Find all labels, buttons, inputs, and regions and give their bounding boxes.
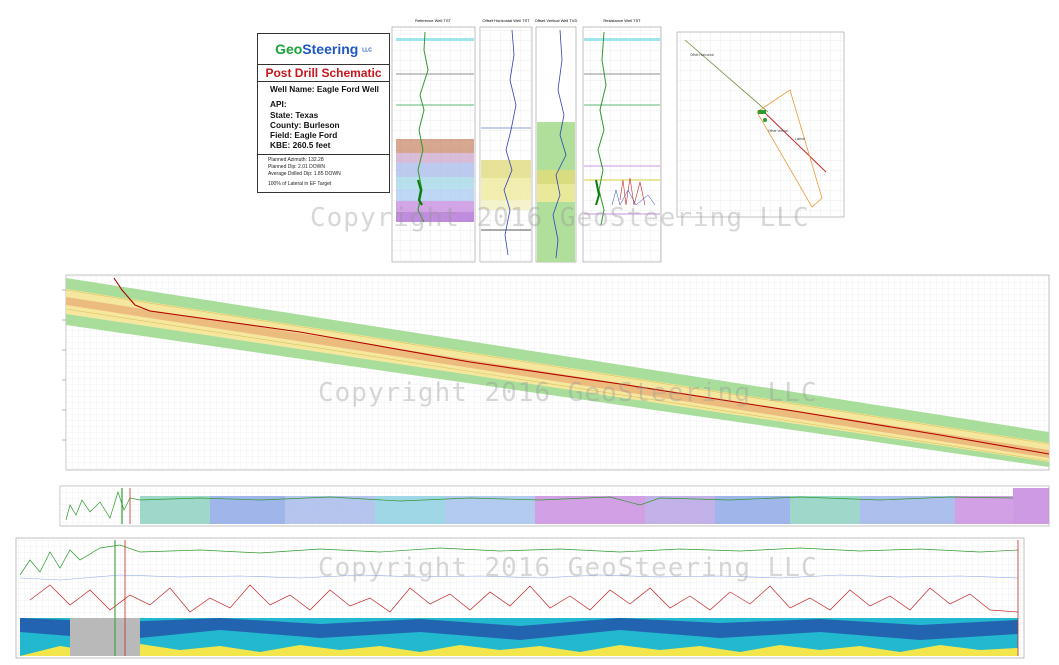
map-label-offset-vertical: Offset Vertical <box>768 129 788 133</box>
formation-strip <box>59 485 1050 527</box>
log-track-offset-vertical: Offset Vertical Well TVD <box>535 18 578 263</box>
map-label-lateral: Lateral <box>795 137 805 141</box>
log-track-resistance: Resistance Well TST <box>582 18 662 263</box>
bottom-log-panel <box>15 537 1025 659</box>
cross-section-panel <box>62 274 1050 471</box>
schematic-canvas: Reference Well TST Offset Horizontal Wel… <box>15 18 1050 659</box>
map-label-offset-horizontal: Offset Horizontal <box>690 53 714 57</box>
track-title: Resistance Well TST <box>603 18 641 23</box>
track-title: Reference Well TST <box>415 18 451 23</box>
cross-section-depth-ticks <box>62 289 66 441</box>
log-track-offset-horizontal: Offset Horizontal Well TST <box>479 18 533 263</box>
plan-view-map: Offset Horizontal Lateral Offset Vertica… <box>676 31 845 218</box>
log-track-reference: Reference Well TST <box>391 18 476 263</box>
track-title: Offset Vertical Well TVD <box>535 18 578 23</box>
track-title: Offset Horizontal Well TST <box>482 18 530 23</box>
